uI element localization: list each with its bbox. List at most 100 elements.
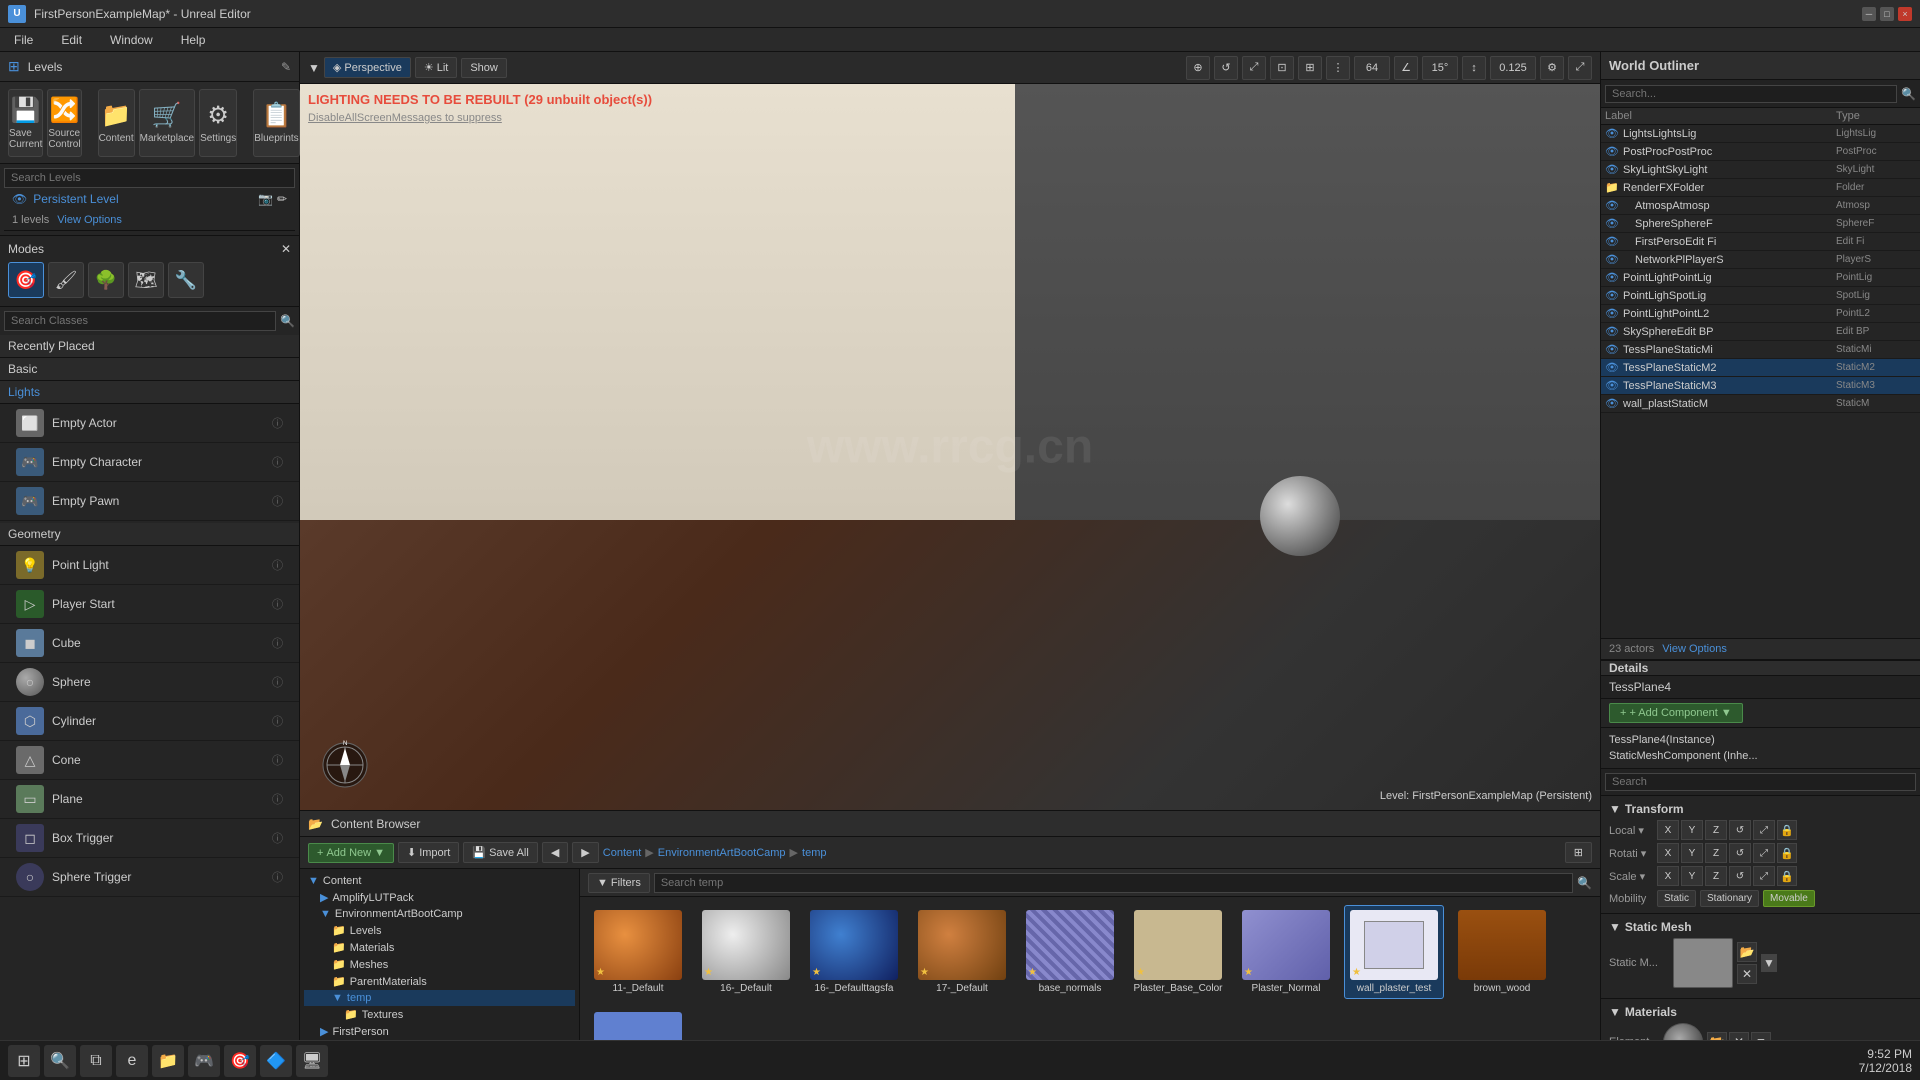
wo-list-item[interactable]: 👁 wall_plastStaticM StaticM (1601, 395, 1920, 413)
list-item[interactable]: 💡 Point Light ⓘ (0, 546, 299, 585)
lighting-suppress-link[interactable]: DisableAllScreenMessages to suppress (308, 112, 502, 124)
tree-item-content[interactable]: ▼ Content (304, 873, 575, 889)
persistent-level-item[interactable]: 👁 Persistent Level 📷 ✏ (4, 188, 295, 210)
taskbar-explorer[interactable]: 📁 (152, 1045, 184, 1077)
save-all-button[interactable]: 💾 Save All (463, 842, 537, 863)
asset-item[interactable]: brown_wood (1452, 905, 1552, 999)
mobility-movable[interactable]: Movable (1763, 890, 1815, 907)
list-item[interactable]: ○ Sphere ⓘ (0, 663, 299, 702)
nav-forward-button[interactable]: ▶ (572, 842, 598, 863)
taskbar-task-view[interactable]: ⧉ (80, 1045, 112, 1077)
save-current-button[interactable]: 💾 Save Current (8, 89, 43, 157)
filters-button[interactable]: ▼ Filters (588, 873, 650, 893)
vp-scale-btn[interactable]: ↕ (1462, 56, 1486, 80)
loc-s-btn[interactable]: ⤢ (1753, 820, 1775, 840)
menu-file[interactable]: File (8, 31, 39, 49)
cube-info[interactable]: ⓘ (272, 635, 283, 651)
list-item[interactable]: ◼ Cube ⓘ (0, 624, 299, 663)
asset-item[interactable]: ★ 11-_Default (588, 905, 688, 999)
list-item[interactable]: ⬡ Cylinder ⓘ (0, 702, 299, 741)
vp-angle-value[interactable]: 15° (1422, 56, 1458, 80)
scale-label[interactable]: Scale ▾ (1609, 870, 1653, 883)
wo-list-item[interactable]: 👁 FirstPersoEdit Fi Edit Fi (1601, 233, 1920, 251)
menu-help[interactable]: Help (175, 31, 212, 49)
plane-info[interactable]: ⓘ (272, 791, 283, 807)
rotation-label[interactable]: Rotati ▾ (1609, 847, 1653, 860)
list-item[interactable]: 🎮 Empty Pawn ⓘ (0, 482, 299, 521)
list-item[interactable]: 🎮 Empty Character ⓘ (0, 443, 299, 482)
mode-landscape[interactable]: 🗺 (128, 262, 164, 298)
vp-fullscreen-icon[interactable]: ⤢ (1568, 56, 1592, 80)
blueprints-button[interactable]: 📋 Blueprints (253, 89, 299, 157)
scale-x-btn[interactable]: X (1657, 866, 1679, 886)
tree-item-parent-materials[interactable]: 📁 ParentMaterials (304, 973, 575, 990)
tree-item-levels[interactable]: 📁 Levels (304, 922, 575, 939)
box-trigger-info[interactable]: ⓘ (272, 830, 283, 846)
rot-lock-btn[interactable]: 🔒 (1777, 843, 1797, 863)
wo-list-item[interactable]: 👁 NetworkPlPlayerS PlayerS (1601, 251, 1920, 269)
source-control-button[interactable]: 🔀 Source Control (47, 89, 81, 157)
nav-back-button[interactable]: ◀ (542, 842, 568, 863)
tree-item-firstperson[interactable]: ▶ FirstPerson (304, 1023, 575, 1040)
menu-edit[interactable]: Edit (55, 31, 88, 49)
mode-foliage[interactable]: 🌳 (88, 262, 124, 298)
maximize-button[interactable]: □ (1880, 7, 1894, 21)
empty-actor-info[interactable]: ⓘ (272, 415, 283, 431)
wo-list-item[interactable]: 👁 TessPlaneStaticM3 StaticM3 (1601, 377, 1920, 395)
taskbar-start[interactable]: ⊞ (8, 1045, 40, 1077)
list-item[interactable]: ▷ Player Start ⓘ (0, 585, 299, 624)
wo-list-item[interactable]: 👁 AtmospAtmosp Atmosp (1601, 197, 1920, 215)
wo-list-item[interactable]: 👁 SkyLightSkyLight SkyLight (1601, 161, 1920, 179)
mobility-stationary[interactable]: Stationary (1700, 890, 1759, 907)
category-basic[interactable]: Basic (0, 358, 299, 381)
wo-search-icon[interactable]: 🔍 (1901, 87, 1916, 101)
asset-item[interactable]: ★ wall_plaster_test (1344, 905, 1444, 999)
loc-z-btn[interactable]: Z (1705, 820, 1727, 840)
breadcrumb-envart[interactable]: EnvironmentArtBootCamp (658, 847, 786, 859)
mode-place[interactable]: 🎯 (8, 262, 44, 298)
loc-r-btn[interactable]: ↺ (1729, 820, 1751, 840)
taskbar-app-1[interactable]: 🎮 (188, 1045, 220, 1077)
taskbar-search[interactable]: 🔍 (44, 1045, 76, 1077)
viewport-3d[interactable]: N LIGHTING NEEDS TO BE REBUILT (29 unbui… (300, 84, 1600, 810)
materials-header[interactable]: ▼ Materials (1609, 1005, 1912, 1019)
asset-item[interactable]: ★ 16-_Default (696, 905, 796, 999)
perspective-button[interactable]: ◈ Perspective (324, 57, 411, 78)
asset-item[interactable]: ★ 17-_Default (912, 905, 1012, 999)
tree-item-meshes[interactable]: 📁 Meshes (304, 956, 575, 973)
levels-add-icon[interactable]: ✎ (281, 60, 291, 74)
taskbar-edge[interactable]: e (116, 1045, 148, 1077)
show-button[interactable]: Show (461, 58, 507, 78)
wo-list-item[interactable]: 👁 PointLightPointLig PointLig (1601, 269, 1920, 287)
minimize-button[interactable]: ─ (1862, 7, 1876, 21)
player-start-info[interactable]: ⓘ (272, 596, 283, 612)
rot-r-btn[interactable]: ↺ (1729, 843, 1751, 863)
wo-list-item[interactable]: 👁 LightsLightsLig LightsLig (1601, 125, 1920, 143)
modes-header[interactable]: Modes ✕ (4, 240, 295, 258)
tree-item-materials[interactable]: 📁 Materials (304, 939, 575, 956)
list-item[interactable]: ▭ Plane ⓘ (0, 780, 299, 819)
lit-button[interactable]: ☀ Lit (415, 57, 458, 78)
mode-geometry[interactable]: 🔧 (168, 262, 204, 298)
loc-y-btn[interactable]: Y (1681, 820, 1703, 840)
empty-character-info[interactable]: ⓘ (272, 454, 283, 470)
add-component-button[interactable]: + + Add Component ▼ (1609, 703, 1743, 723)
sphere-trigger-info[interactable]: ⓘ (272, 869, 283, 885)
rot-s-btn[interactable]: ⤢ (1753, 843, 1775, 863)
scale-z-btn[interactable]: Z (1705, 866, 1727, 886)
search-classes-input[interactable] (4, 311, 276, 331)
vp-angle-icon[interactable]: ∠ (1394, 56, 1418, 80)
category-geometry-header[interactable]: Geometry (0, 523, 299, 546)
vp-grid-icon[interactable]: ⋮ (1326, 56, 1350, 80)
close-button[interactable]: × (1898, 7, 1912, 21)
scale-r-btn[interactable]: ↺ (1729, 866, 1751, 886)
category-lights[interactable]: Lights (0, 381, 299, 404)
wo-list-item[interactable]: 📁 RenderFXFolder Folder (1601, 179, 1920, 197)
empty-pawn-info[interactable]: ⓘ (272, 493, 283, 509)
taskbar-app-2[interactable]: 🎯 (224, 1045, 256, 1077)
viewport-chevron[interactable]: ▼ (308, 61, 320, 75)
mode-paint[interactable]: 🖌 (48, 262, 84, 298)
world-outliner-search-input[interactable] (1605, 85, 1897, 103)
cylinder-info[interactable]: ⓘ (272, 713, 283, 729)
asset-item[interactable]: ★ Plaster_Base_Color (1128, 905, 1228, 999)
